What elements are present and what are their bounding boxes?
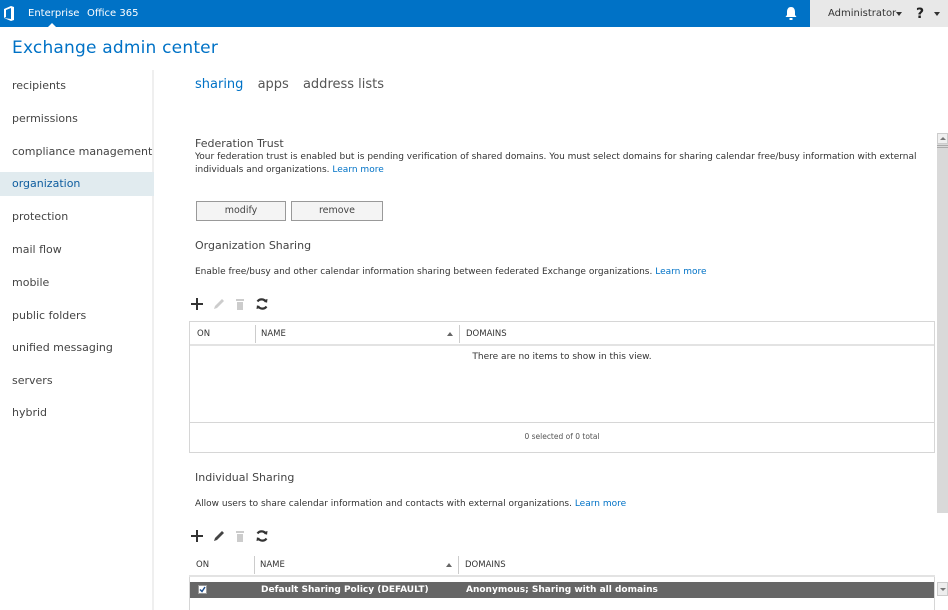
organization-sharing-table: ON NAME DOMAINS There are no items to sh… bbox=[189, 321, 935, 453]
individual-sharing-title: Individual Sharing bbox=[195, 471, 295, 484]
org-sharing-learn-more-link[interactable]: Learn more bbox=[655, 267, 706, 277]
tab-address-lists[interactable]: address lists bbox=[303, 77, 384, 92]
federation-trust-description: Your federation trust is enabled but is … bbox=[195, 151, 930, 177]
column-domains[interactable]: DOMAINS bbox=[466, 322, 507, 346]
app-title: Exchange admin center bbox=[12, 38, 219, 58]
individual-sharing-description: Allow users to share calendar informatio… bbox=[195, 498, 626, 511]
check-icon bbox=[199, 586, 206, 593]
help-menu[interactable]: ? bbox=[916, 1, 924, 28]
policy-name: Default Sharing Policy (DEFAULT) bbox=[261, 585, 429, 595]
empty-message: There are no items to show in this view. bbox=[190, 346, 934, 423]
delete-icon bbox=[236, 531, 244, 542]
sort-ascending-icon bbox=[446, 563, 452, 567]
column-divider bbox=[255, 325, 256, 343]
enabled-checkbox[interactable] bbox=[198, 585, 207, 594]
column-divider bbox=[458, 556, 459, 574]
scrollbar-thumb[interactable] bbox=[937, 145, 948, 148]
column-name[interactable]: NAME bbox=[261, 322, 286, 346]
column-domains[interactable]: DOMAINS bbox=[465, 553, 506, 577]
office-logo-icon[interactable] bbox=[3, 6, 15, 21]
individual-sharing-description-text: Allow users to share calendar informatio… bbox=[195, 499, 572, 509]
federation-description-text: Your federation trust is enabled but is … bbox=[195, 152, 917, 175]
chevron-down-icon[interactable] bbox=[934, 12, 940, 16]
scroll-down-icon[interactable] bbox=[937, 582, 948, 596]
selection-count: 0 selected of 0 total bbox=[524, 432, 600, 441]
org-sharing-description-text: Enable free/busy and other calendar info… bbox=[195, 267, 653, 277]
sort-ascending-icon bbox=[447, 332, 453, 336]
modify-button[interactable]: modify bbox=[196, 201, 286, 221]
top-navigation-bar: Enterprise Office 365 Administrator ? bbox=[0, 0, 948, 27]
individual-sharing-toolbar bbox=[190, 529, 280, 545]
table-header: ON NAME DOMAINS bbox=[189, 553, 935, 577]
organization-sharing-description: Enable free/busy and other calendar info… bbox=[195, 266, 707, 279]
user-menu[interactable]: Administrator bbox=[828, 0, 896, 27]
sidebar: recipients permissions compliance manage… bbox=[0, 70, 154, 610]
tab-sharing[interactable]: sharing bbox=[195, 77, 243, 92]
sidebar-item-recipients[interactable]: recipients bbox=[0, 74, 154, 98]
remove-button[interactable]: remove bbox=[291, 201, 383, 221]
sidebar-item-unified-messaging[interactable]: unified messaging bbox=[0, 336, 154, 360]
nav-office-365[interactable]: Office 365 bbox=[87, 0, 138, 27]
delete-icon bbox=[236, 299, 244, 310]
refresh-icon[interactable] bbox=[255, 297, 269, 311]
edit-icon[interactable] bbox=[212, 529, 226, 543]
active-nav-indicator bbox=[48, 23, 56, 27]
sidebar-item-public-folders[interactable]: public folders bbox=[0, 304, 154, 328]
column-on[interactable]: ON bbox=[196, 553, 209, 577]
individual-sharing-table: ON NAME DOMAINS Default Sharing Policy (… bbox=[189, 553, 935, 610]
sidebar-item-compliance-management[interactable]: compliance management bbox=[0, 140, 154, 164]
table-header: ON NAME DOMAINS bbox=[190, 322, 934, 346]
sidebar-item-permissions[interactable]: permissions bbox=[0, 107, 154, 131]
column-name[interactable]: NAME bbox=[260, 553, 285, 577]
scroll-up-icon[interactable] bbox=[937, 133, 948, 144]
chevron-down-icon[interactable] bbox=[896, 12, 902, 16]
table-header-wrap: ON NAME DOMAINS bbox=[189, 553, 935, 577]
add-icon[interactable] bbox=[190, 529, 204, 543]
sidebar-item-mobile[interactable]: mobile bbox=[0, 271, 154, 295]
federation-trust-title: Federation Trust bbox=[195, 137, 284, 150]
individual-sharing-learn-more-link[interactable]: Learn more bbox=[575, 499, 626, 509]
add-icon[interactable] bbox=[190, 297, 204, 311]
user-area: Administrator ? bbox=[810, 0, 948, 27]
sidebar-item-servers[interactable]: servers bbox=[0, 369, 154, 393]
table-row[interactable]: Default Sharing Policy (DEFAULT) Anonymo… bbox=[190, 582, 934, 598]
federation-learn-more-link[interactable]: Learn more bbox=[332, 165, 383, 175]
refresh-icon[interactable] bbox=[255, 529, 269, 543]
sidebar-item-hybrid[interactable]: hybrid bbox=[0, 401, 154, 425]
tab-apps[interactable]: apps bbox=[258, 77, 289, 92]
sidebar-item-protection[interactable]: protection bbox=[0, 205, 154, 229]
column-on[interactable]: ON bbox=[197, 322, 210, 346]
bell-icon[interactable] bbox=[784, 6, 798, 21]
sidebar-item-mail-flow[interactable]: mail flow bbox=[0, 238, 154, 262]
vertical-scrollbar[interactable] bbox=[937, 133, 948, 513]
sub-tabs: sharing apps address lists bbox=[195, 77, 394, 92]
edit-icon bbox=[214, 299, 224, 309]
sidebar-item-organization[interactable]: organization bbox=[0, 172, 154, 196]
column-divider bbox=[254, 556, 255, 574]
organization-sharing-title: Organization Sharing bbox=[195, 239, 312, 252]
column-divider bbox=[459, 325, 460, 343]
org-sharing-toolbar bbox=[190, 297, 280, 313]
policy-domains: Anonymous; Sharing with all domains bbox=[466, 585, 658, 595]
